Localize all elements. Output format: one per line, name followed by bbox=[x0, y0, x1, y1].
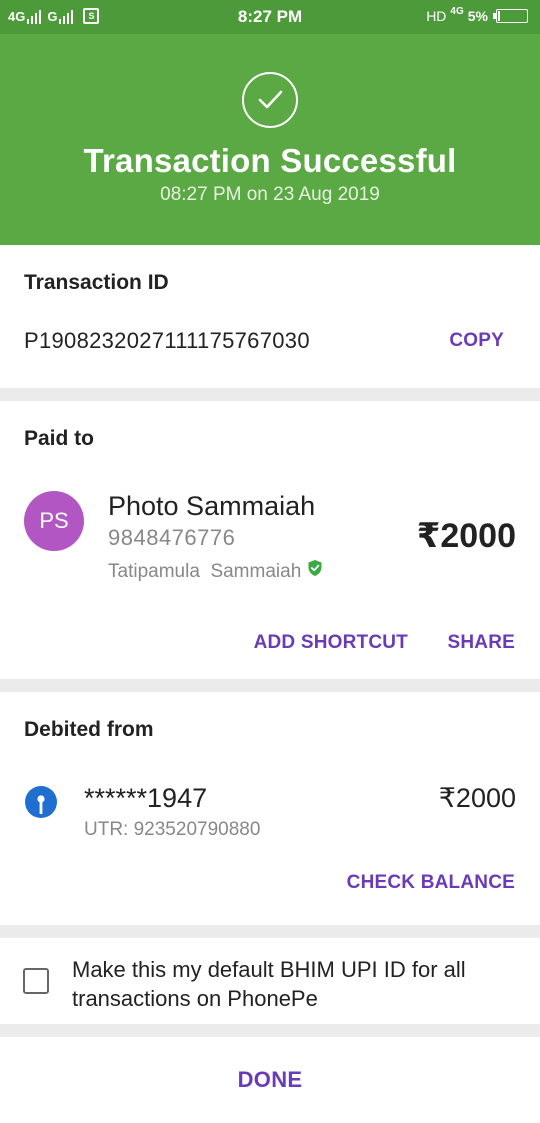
debited-from-heading: Debited from bbox=[24, 718, 154, 741]
add-shortcut-button[interactable]: ADD SHORTCUT bbox=[254, 632, 408, 654]
battery-fill bbox=[498, 11, 500, 21]
verified-shield-icon bbox=[307, 559, 323, 583]
copy-button[interactable]: COPY bbox=[449, 330, 504, 352]
network-label-3: 4G bbox=[450, 5, 464, 17]
transaction-timestamp: 08:27 PM on 23 Aug 2019 bbox=[160, 184, 380, 205]
default-upi-label[interactable]: Make this my default BHIM UPI ID for all… bbox=[72, 955, 532, 1013]
default-upi-card: Make this my default BHIM UPI ID for all… bbox=[0, 938, 540, 1024]
paid-amount: ₹2000 bbox=[416, 517, 516, 555]
debited-from-card: Debited from ******1947 UTR: 92352079088… bbox=[0, 692, 540, 925]
sbi-bank-icon bbox=[24, 785, 58, 819]
payee-legal-name: Tatipamula Sammaiah bbox=[108, 561, 302, 583]
transaction-id-value: P1908232027111175767030 bbox=[24, 328, 310, 353]
status-bar: 4G G S 8:27 PM HD 4G 5% bbox=[0, 0, 540, 34]
payee-phone: 9848476776 bbox=[108, 525, 236, 550]
transaction-id-card: Transaction ID P1908232027111175767030 C… bbox=[0, 245, 540, 388]
paid-to-card: Paid to PS Photo Sammaiah 9848476776 Tat… bbox=[0, 401, 540, 679]
utr-number: UTR: 923520790880 bbox=[84, 819, 261, 840]
battery-icon bbox=[493, 9, 528, 23]
battery-percent: 5% bbox=[467, 8, 488, 24]
transaction-id-heading: Transaction ID bbox=[24, 271, 169, 294]
done-button[interactable]: DONE bbox=[0, 1067, 540, 1093]
check-circle-icon bbox=[242, 72, 298, 128]
account-number: ******1947 bbox=[84, 783, 208, 813]
hd-indicator: HD bbox=[426, 8, 447, 24]
share-button[interactable]: SHARE bbox=[447, 632, 515, 654]
transaction-success-screen: 4G G S 8:27 PM HD 4G 5% Transaction Succ… bbox=[0, 0, 540, 1123]
debited-amount: ₹2000 bbox=[438, 783, 516, 813]
avatar: PS bbox=[24, 491, 84, 551]
payee-legal-name-row: Tatipamula Sammaiah bbox=[108, 560, 323, 584]
success-header: Transaction Successful 08:27 PM on 23 Au… bbox=[0, 34, 540, 245]
page-title: Transaction Successful bbox=[83, 142, 457, 179]
payee-name: Photo Sammaiah bbox=[108, 491, 316, 521]
default-upi-checkbox[interactable] bbox=[23, 968, 49, 994]
status-right: HD 4G 5% bbox=[426, 5, 528, 24]
check-balance-button[interactable]: CHECK BALANCE bbox=[347, 872, 515, 894]
done-bar: DONE bbox=[0, 1037, 540, 1123]
paid-to-heading: Paid to bbox=[24, 427, 95, 450]
